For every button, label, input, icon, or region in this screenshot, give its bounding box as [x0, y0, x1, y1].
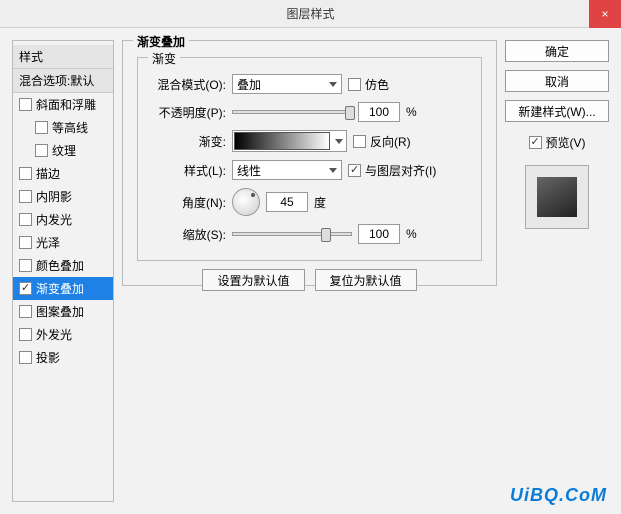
watermark: UiBQ.CoM — [510, 485, 607, 506]
blend-options-header[interactable]: 混合选项:默认 — [13, 69, 113, 93]
style-item[interactable]: 颜色叠加 — [13, 254, 113, 277]
angle-input[interactable] — [266, 192, 308, 212]
set-default-button[interactable]: 设置为默认值 — [202, 269, 304, 291]
angle-dial[interactable] — [232, 188, 260, 216]
blend-mode-label: 混合模式(O): — [150, 76, 226, 93]
angle-unit: 度 — [314, 194, 326, 211]
style-item-label: 内发光 — [36, 211, 72, 228]
style-item-label: 图案叠加 — [36, 303, 84, 320]
style-label: 样式(L): — [150, 162, 226, 179]
dither-checkbox[interactable]: 仿色 — [348, 76, 389, 93]
checkbox-icon — [19, 305, 32, 318]
style-item-label: 纹理 — [52, 142, 76, 159]
blend-mode-select[interactable]: 叠加 — [232, 74, 342, 94]
checkbox-icon — [19, 98, 32, 111]
style-item-label: 光泽 — [36, 234, 60, 251]
style-item-label: 等高线 — [52, 119, 88, 136]
checkbox-icon — [353, 135, 366, 148]
opacity-input[interactable] — [358, 102, 400, 122]
align-layer-checkbox[interactable]: 与图层对齐(I) — [348, 162, 436, 179]
checkbox-icon — [19, 213, 32, 226]
slider-thumb-icon — [321, 228, 331, 242]
checkbox-icon — [348, 164, 361, 177]
checkbox-icon — [19, 351, 32, 364]
styles-panel: 样式混合选项:默认斜面和浮雕等高线纹理描边内阴影内发光光泽颜色叠加渐变叠加图案叠… — [12, 40, 114, 502]
gradient-label: 渐变: — [150, 133, 226, 150]
preview-box — [525, 165, 589, 229]
action-panel: 确定 取消 新建样式(W)... 预览(V) — [505, 40, 609, 502]
reset-default-button[interactable]: 复位为默认值 — [315, 269, 417, 291]
preview-checkbox[interactable]: 预览(V) — [505, 134, 609, 151]
new-style-button[interactable]: 新建样式(W)... — [505, 100, 609, 122]
checkbox-icon — [348, 78, 361, 91]
style-item-label: 内阴影 — [36, 188, 72, 205]
checkbox-icon — [35, 144, 48, 157]
checkbox-icon — [19, 259, 32, 272]
cancel-button[interactable]: 取消 — [505, 70, 609, 92]
opacity-slider[interactable] — [232, 110, 352, 114]
checkbox-icon — [19, 167, 32, 180]
options-panel: 渐变叠加 渐变 混合模式(O): 叠加 仿色 不透明度(P): — [122, 40, 497, 502]
ok-button[interactable]: 确定 — [505, 40, 609, 62]
style-item[interactable]: 渐变叠加 — [13, 277, 113, 300]
style-item[interactable]: 纹理 — [13, 139, 113, 162]
style-item-label: 投影 — [36, 349, 60, 366]
style-item-label: 渐变叠加 — [36, 280, 84, 297]
checkbox-icon — [19, 190, 32, 203]
style-item-label: 颜色叠加 — [36, 257, 84, 274]
style-item[interactable]: 描边 — [13, 162, 113, 185]
checkbox-icon — [35, 121, 48, 134]
style-item-label: 斜面和浮雕 — [36, 96, 96, 113]
gradient-picker[interactable] — [232, 130, 347, 152]
group-title: 渐变叠加 — [133, 33, 189, 50]
scale-unit: % — [406, 227, 417, 241]
style-item[interactable]: 投影 — [13, 346, 113, 369]
style-item[interactable]: 斜面和浮雕 — [13, 93, 113, 116]
window-title: 图层样式 — [286, 5, 334, 22]
checkbox-icon — [19, 328, 32, 341]
style-item[interactable]: 内发光 — [13, 208, 113, 231]
style-item[interactable]: 光泽 — [13, 231, 113, 254]
dialog-body: 样式混合选项:默认斜面和浮雕等高线纹理描边内阴影内发光光泽颜色叠加渐变叠加图案叠… — [0, 28, 621, 514]
style-item[interactable]: 内阴影 — [13, 185, 113, 208]
scale-slider[interactable] — [232, 232, 352, 236]
preview-swatch — [537, 177, 577, 217]
checkbox-icon — [19, 236, 32, 249]
title-bar: 图层样式 × — [0, 0, 621, 28]
style-item[interactable]: 等高线 — [13, 116, 113, 139]
opacity-unit: % — [406, 105, 417, 119]
opacity-label: 不透明度(P): — [150, 104, 226, 121]
scale-label: 缩放(S): — [150, 226, 226, 243]
close-icon: × — [601, 7, 608, 21]
style-item[interactable]: 外发光 — [13, 323, 113, 346]
checkbox-icon — [529, 136, 542, 149]
gradient-swatch-icon — [234, 132, 330, 150]
style-item[interactable]: 图案叠加 — [13, 300, 113, 323]
angle-label: 角度(N): — [150, 194, 226, 211]
inner-title: 渐变 — [148, 50, 180, 67]
reverse-checkbox[interactable]: 反向(R) — [353, 133, 411, 150]
scale-input[interactable] — [358, 224, 400, 244]
styles-header[interactable]: 样式 — [13, 45, 113, 69]
close-button[interactable]: × — [589, 0, 621, 28]
style-item-label: 描边 — [36, 165, 60, 182]
style-list: 样式混合选项:默认斜面和浮雕等高线纹理描边内阴影内发光光泽颜色叠加渐变叠加图案叠… — [13, 45, 113, 369]
checkbox-icon — [19, 282, 32, 295]
slider-thumb-icon — [345, 106, 355, 120]
style-select[interactable]: 线性 — [232, 160, 342, 180]
style-item-label: 外发光 — [36, 326, 72, 343]
